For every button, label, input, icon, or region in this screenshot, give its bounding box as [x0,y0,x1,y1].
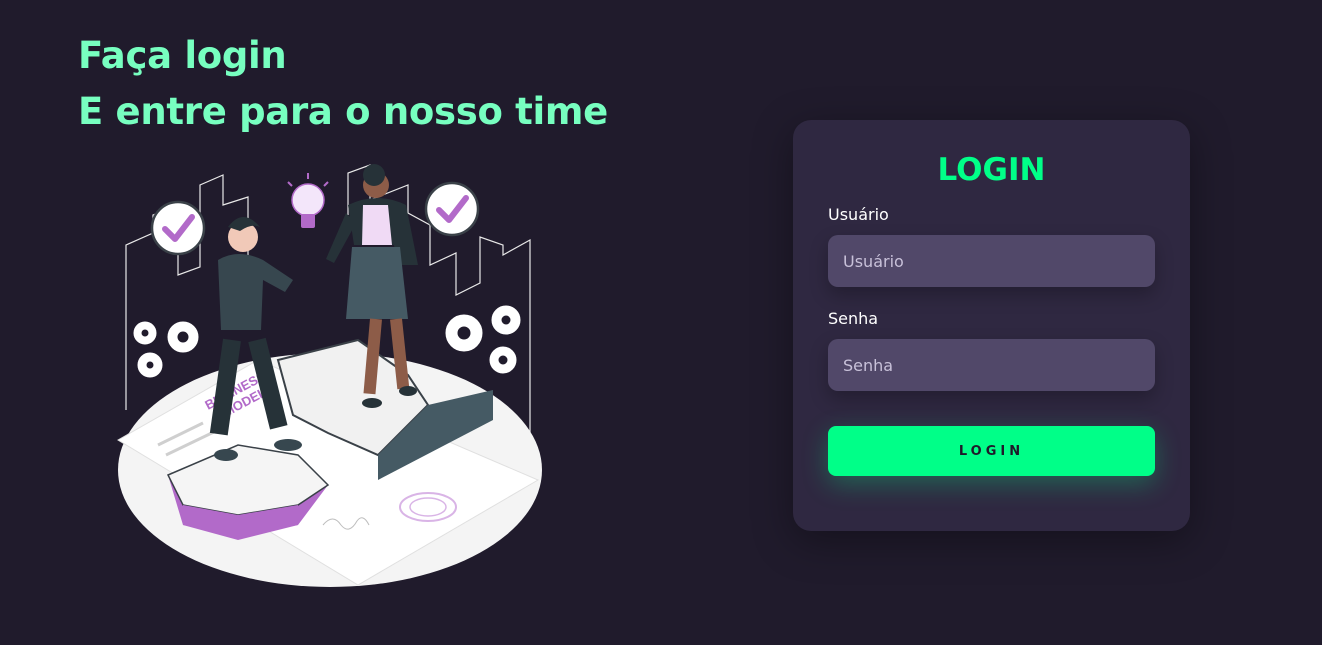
username-label: Usuário [828,205,889,224]
username-input[interactable] [828,235,1155,287]
password-label: Senha [828,309,879,328]
password-input[interactable] [828,339,1155,391]
login-page: Faça login E entre para o nosso time BUS… [0,0,1322,645]
lightbulb-icon [287,173,329,228]
headline-line-1: Faça login [78,34,287,77]
teamwork-illustration: BUSINESS MODEL [117,164,542,587]
login-button[interactable]: LOGIN [828,426,1155,476]
headline-line-2: E entre para o nosso time [78,90,608,133]
headline: Faça login E entre para o nosso time [78,28,608,140]
login-title: LOGIN [937,152,1046,188]
